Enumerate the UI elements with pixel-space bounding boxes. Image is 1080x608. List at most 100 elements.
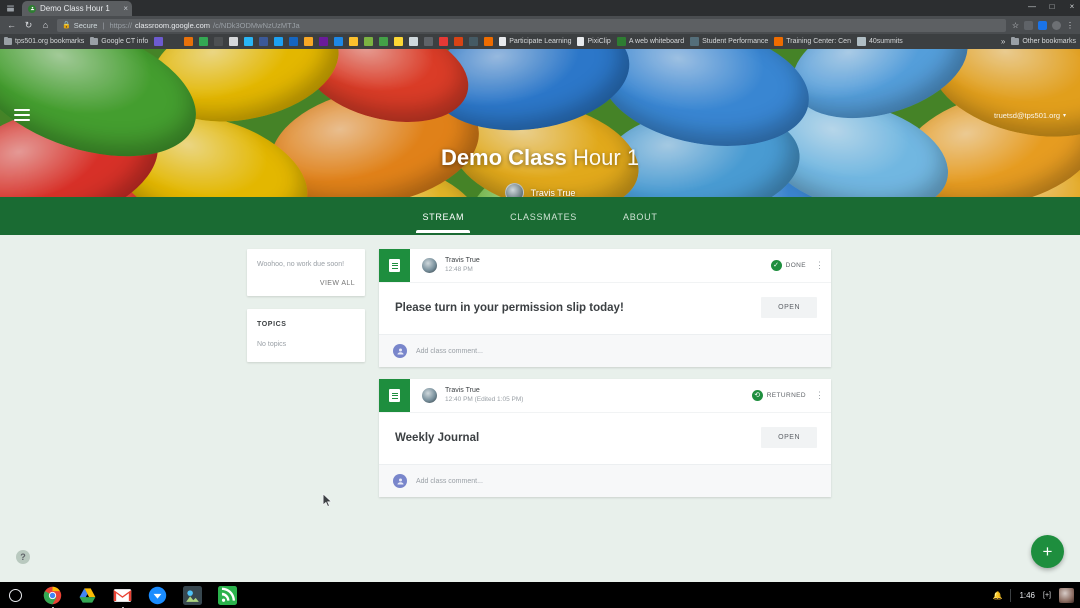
bookmark-item[interactable]: Participate Learning [499,37,571,46]
bookmark-item[interactable] [169,37,178,46]
bookmark-other[interactable]: Other bookmarks [1011,38,1076,45]
lock-icon: 🔒 [62,21,71,29]
star-icon[interactable]: ☆ [1012,21,1019,30]
bookmark-item[interactable]: PixiClip [577,37,610,46]
classroom-page: truetsd@tps501.org ▾ Demo Class Hour 1 T… [0,49,1080,582]
bookmark-item[interactable] [319,37,328,46]
open-button[interactable]: OPEN [761,297,817,318]
bookmark-label: PixiClip [587,38,610,45]
bookmark-item[interactable] [469,37,478,46]
post-author: Travis True [445,257,771,266]
bookmark-item[interactable]: A web whiteboard [617,37,684,46]
tab-about[interactable]: ABOUT [617,200,664,233]
bookmark-label: Other bookmarks [1022,38,1076,45]
feedly-icon[interactable] [218,586,237,605]
bookmark-item[interactable] [424,37,433,46]
google-drive-icon[interactable] [78,586,97,605]
bookmark-item[interactable] [454,37,463,46]
bookmark-item[interactable] [244,37,253,46]
extension-icon[interactable] [1038,21,1047,30]
class-name-light: Hour 1 [573,145,639,170]
account-switcher[interactable]: truetsd@tps501.org ▾ [994,111,1066,120]
gmail-icon[interactable] [113,586,132,605]
comment-input[interactable]: Add class comment... [416,348,483,355]
user-avatar[interactable] [1059,588,1074,603]
reload-icon[interactable]: ↻ [23,20,34,31]
comment-input[interactable]: Add class comment... [416,478,483,485]
bookmark-item[interactable] [199,37,208,46]
chrome-menu-icon[interactable]: ⋮ [1066,21,1074,30]
add-post-button[interactable]: + [1031,535,1064,568]
bookmark-item[interactable]: Google CT info [90,38,148,45]
folder-icon [90,38,98,45]
window-system-icon[interactable] [2,0,18,16]
open-button[interactable]: OPEN [761,427,817,448]
browser-tab[interactable]: Demo Class Hour 1 × [22,1,132,16]
google-photos-icon[interactable] [183,586,202,605]
help-icon[interactable]: ? [16,550,30,564]
bookmark-item[interactable]: tps501.org bookmarks [4,38,84,45]
app-icon [349,37,358,46]
avatar [393,344,407,358]
grid-icon [409,37,418,46]
bookmark-label: Training Center: Cen [786,38,851,45]
close-icon[interactable]: × [123,5,128,13]
post-menu-button[interactable]: ⋮ [815,393,823,398]
blue-app-icon[interactable] [148,586,167,605]
bookmark-item[interactable]: Student Performance [690,37,768,46]
bookmark-item[interactable] [394,37,403,46]
bookmark-item[interactable]: Training Center: Cen [774,37,851,46]
secure-label: Secure [74,21,98,30]
bookmark-item[interactable] [304,37,313,46]
bookmark-item[interactable] [409,37,418,46]
tab-stream[interactable]: STREAM [416,200,470,233]
bookmark-item[interactable] [259,37,268,46]
comment-row[interactable]: Add class comment... [379,334,831,367]
bookmark-item[interactable] [484,37,493,46]
chrome-icon[interactable] [43,586,62,605]
bookmark-item[interactable] [439,37,448,46]
bookmarks-overflow-area: » Other bookmarks [1001,37,1076,46]
bell-icon[interactable]: 🔔 [992,591,1002,600]
profile-avatar[interactable] [1052,21,1061,30]
bookmarks-overflow-icon[interactable]: » [1001,37,1005,46]
bookmark-item[interactable] [334,37,343,46]
back-icon[interactable]: ← [6,20,17,30]
view-all-button[interactable]: VIEW ALL [257,280,355,287]
address-bar[interactable]: 🔒 Secure | https:// classroom.google.com… [57,19,1006,32]
bookmark-item[interactable] [274,37,283,46]
app-icon [690,37,699,46]
status-label: DONE [786,262,806,269]
comment-row[interactable]: Add class comment... [379,464,831,497]
bookmark-item[interactable] [379,37,388,46]
app-icon [244,37,253,46]
bookmark-item[interactable] [289,37,298,46]
tab-strip: Demo Class Hour 1 × — □ × [0,0,1080,16]
close-window-button[interactable]: × [1066,1,1078,13]
bookmark-label: A web whiteboard [629,38,684,45]
bookmark-item[interactable] [349,37,358,46]
avatar [422,388,437,403]
omnibox-divider: | [100,21,106,30]
mouse-cursor [322,493,333,513]
hamburger-menu-icon[interactable] [14,109,30,121]
launcher-icon[interactable] [9,589,22,602]
whiteboard-icon [617,37,626,46]
bookmark-item[interactable]: 40summits [857,37,903,46]
maximize-button[interactable]: □ [1046,1,1058,13]
no-work-message: Woohoo, no work due soon! [257,260,355,269]
banner-overlay [0,49,1080,197]
system-status-area[interactable]: 🔔 1:46 [+] [992,588,1074,603]
tab-title: Demo Class Hour 1 [40,4,119,13]
twitter-icon [274,37,283,46]
bookmark-item[interactable] [154,37,163,46]
home-icon[interactable]: ⌂ [40,20,51,30]
tab-classmates[interactable]: CLASSMATES [504,200,583,233]
bookmark-item[interactable] [229,37,238,46]
bookmark-item[interactable] [184,37,193,46]
bookmark-item[interactable] [364,37,373,46]
post-menu-button[interactable]: ⋮ [815,263,823,268]
minimize-button[interactable]: — [1026,1,1038,13]
bookmark-item[interactable] [214,37,223,46]
extension-icon[interactable] [1024,21,1033,30]
